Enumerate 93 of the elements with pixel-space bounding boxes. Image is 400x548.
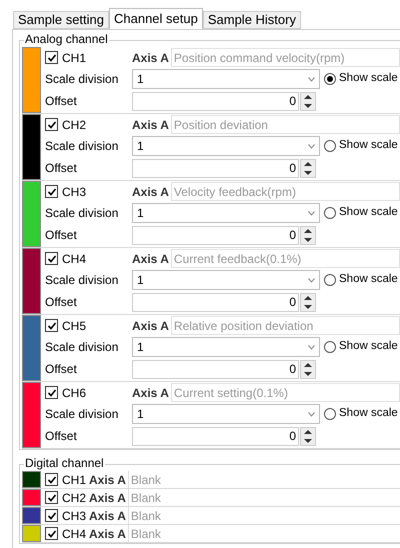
- channel-label: CH4: [62, 250, 86, 268]
- show-scale-label: Show scale: [339, 205, 398, 220]
- offset-field[interactable]: 0: [132, 360, 299, 378]
- color-swatch[interactable]: [22, 114, 41, 180]
- chevron-icon: [308, 344, 315, 350]
- chevron-icon: [308, 412, 315, 416]
- spin-buttons[interactable]: [300, 360, 316, 378]
- color-swatch[interactable]: [22, 507, 41, 524]
- axis-label: Axis A: [89, 526, 126, 542]
- offset-label: Offset: [45, 361, 78, 378]
- checkbox[interactable]: [45, 527, 58, 540]
- offset-field[interactable]: 0: [132, 92, 299, 110]
- radio-button[interactable]: [324, 408, 336, 420]
- scale-label: Scale division: [45, 138, 120, 155]
- scale-dropdown[interactable]: 1: [132, 203, 320, 223]
- checkbox[interactable]: [45, 252, 58, 265]
- channel-label: CH4: [62, 526, 86, 542]
- axis-label: Axis A: [132, 50, 169, 66]
- channel-label: CH2: [62, 490, 86, 506]
- chevron-icon: [308, 278, 315, 282]
- spin-buttons[interactable]: [300, 426, 316, 446]
- scale-label: Scale division: [45, 205, 120, 222]
- axis-label: Axis A: [89, 490, 126, 506]
- channel-label: CH3: [62, 508, 86, 524]
- checkbox[interactable]: [45, 319, 58, 332]
- checkbox[interactable]: [45, 185, 58, 198]
- color-swatch[interactable]: [22, 181, 41, 247]
- scale-dropdown[interactable]: 1: [132, 69, 320, 89]
- offset-label: Offset: [45, 294, 78, 311]
- scale-dropdown[interactable]: 1: [132, 136, 320, 156]
- color-swatch[interactable]: [22, 525, 41, 542]
- checkbox[interactable]: [45, 51, 58, 64]
- show-scale-label: Show scale: [339, 406, 398, 422]
- offset-label: Offset: [45, 227, 78, 244]
- color-swatch[interactable]: [22, 489, 41, 506]
- radio-button[interactable]: [324, 207, 336, 219]
- offset-field[interactable]: 0: [132, 158, 299, 178]
- radio-button[interactable]: [324, 341, 336, 353]
- channel-label: CH2: [62, 116, 86, 134]
- axis-label: Axis A: [89, 508, 126, 524]
- offset-label: Offset: [45, 160, 78, 177]
- chevron-icon: [308, 210, 315, 216]
- scale-dropdown[interactable]: 1: [132, 337, 320, 357]
- axis-label: Axis A: [132, 116, 169, 134]
- color-swatch[interactable]: [22, 382, 41, 448]
- channel-label: CH6: [62, 384, 86, 402]
- scale-dropdown[interactable]: 1: [132, 404, 320, 424]
- show-scale-label: Show scale: [339, 138, 398, 154]
- checkbox[interactable]: [45, 491, 58, 504]
- axis-label: Axis A: [132, 384, 169, 402]
- scale-dropdown[interactable]: 1: [132, 270, 320, 290]
- tab[interactable]: Sample setting: [13, 11, 109, 29]
- spin-buttons[interactable]: [300, 158, 316, 178]
- offset-label: Offset: [45, 428, 78, 445]
- tab[interactable]: Channel setup: [109, 8, 203, 29]
- color-swatch[interactable]: [22, 471, 41, 488]
- tab[interactable]: Sample History: [202, 11, 301, 29]
- channel-label: CH1: [62, 472, 86, 488]
- channel-label: CH1: [62, 50, 86, 66]
- checkbox[interactable]: [45, 118, 58, 131]
- show-scale-label: Show scale: [339, 339, 398, 354]
- chevron-icon: [308, 144, 315, 148]
- spin-buttons[interactable]: [300, 92, 316, 110]
- channel-label: CH5: [62, 318, 86, 334]
- offset-field[interactable]: 0: [132, 226, 299, 244]
- offset-label: Offset: [45, 93, 78, 110]
- scale-label: Scale division: [45, 406, 120, 423]
- color-swatch[interactable]: [22, 47, 41, 113]
- spin-buttons[interactable]: [300, 292, 316, 312]
- color-swatch[interactable]: [22, 315, 41, 381]
- checkbox[interactable]: [45, 473, 58, 486]
- offset-field[interactable]: 0: [132, 292, 299, 312]
- scale-label: Scale division: [45, 272, 120, 289]
- show-scale-label: Show scale: [339, 272, 398, 288]
- group-title: Analog channel: [24, 32, 109, 47]
- radio-button[interactable]: [324, 73, 336, 85]
- checkbox[interactable]: [45, 386, 58, 399]
- axis-label: Axis A: [132, 250, 169, 268]
- axis-label: Axis A: [89, 472, 126, 488]
- channel-label: CH3: [62, 184, 86, 200]
- scale-label: Scale division: [45, 339, 120, 356]
- show-scale-label: Show scale: [339, 71, 398, 86]
- spin-buttons[interactable]: [300, 226, 316, 244]
- color-swatch[interactable]: [22, 248, 41, 314]
- axis-label: Axis A: [132, 318, 169, 334]
- radio-button[interactable]: [324, 274, 336, 286]
- chevron-icon: [308, 76, 315, 82]
- radio-button[interactable]: [324, 140, 336, 152]
- group-title: Digital channel: [24, 456, 105, 471]
- scale-label: Scale division: [45, 71, 120, 88]
- offset-field[interactable]: 0: [132, 426, 299, 446]
- axis-label: Axis A: [132, 184, 169, 200]
- checkbox[interactable]: [45, 509, 58, 522]
